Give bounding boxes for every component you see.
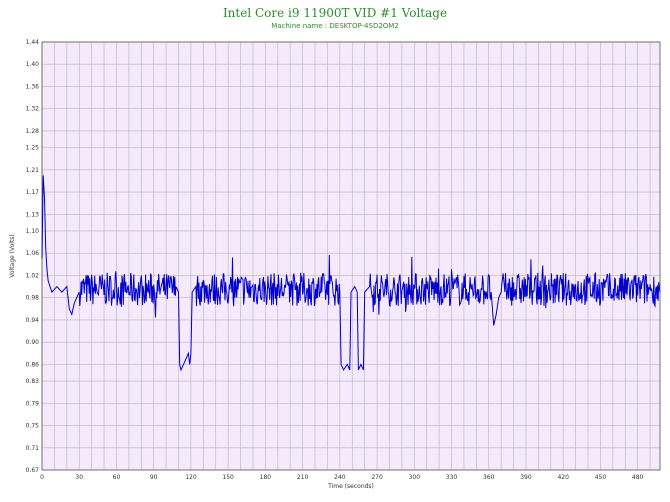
- x-tick-label: 390: [520, 474, 532, 481]
- y-tick-label: 0.94: [26, 317, 40, 324]
- y-tick-label: 0.98: [26, 295, 40, 302]
- line-chart: 0 30 60 90 120 150 180 210 240 270 300 330 360 390 420…: [9, 39, 661, 490]
- y-tick-label: 0.83: [26, 378, 40, 385]
- x-tick-label: 180: [260, 474, 272, 481]
- y-tick-label: 1.13: [26, 211, 40, 218]
- y-tick-label: 0.86: [26, 361, 40, 368]
- x-tick-label: 330: [446, 474, 458, 481]
- y-tick-label: 1.40: [26, 61, 40, 68]
- x-tick-label: 210: [297, 474, 309, 481]
- y-tick-label: 1.06: [26, 250, 40, 257]
- y-tick-label: 1.28: [26, 128, 40, 135]
- x-tick-label: 0: [40, 474, 44, 481]
- y-axis-label: Voltage (Volts): [9, 234, 16, 278]
- y-tick-label: 0.75: [26, 423, 40, 430]
- y-tick-label: 0.79: [26, 400, 40, 407]
- y-tick-label: 1.10: [26, 228, 40, 235]
- x-tick-label: 270: [371, 474, 383, 481]
- x-tick-label: 90: [150, 474, 158, 481]
- y-tick-label: 1.17: [26, 189, 40, 196]
- x-axis-label: Time (seconds): [327, 483, 374, 490]
- y-tick-label: 0.67: [26, 467, 40, 474]
- y-tick-label: 1.44: [26, 39, 40, 46]
- x-tick-label: 240: [334, 474, 346, 481]
- y-tick-label: 1.21: [26, 167, 40, 174]
- y-tick-label: 0.90: [26, 339, 40, 346]
- y-tick-label: 1.36: [26, 83, 40, 90]
- y-tick-label: 1.25: [26, 145, 40, 152]
- y-tick-label: 0.71: [26, 445, 40, 452]
- x-tick-label: 420: [557, 474, 569, 481]
- plot-area: [42, 42, 660, 470]
- x-tick-label: 60: [113, 474, 121, 481]
- x-tick-label: 120: [185, 474, 197, 481]
- x-tick-label: 360: [483, 474, 495, 481]
- x-tick-label: 30: [75, 474, 83, 481]
- x-tick-label: 480: [632, 474, 644, 481]
- y-tick-label: 1.02: [26, 272, 40, 279]
- x-tick-label: 450: [595, 474, 607, 481]
- y-tick-label: 1.32: [26, 106, 40, 113]
- x-tick-label: 300: [409, 474, 421, 481]
- x-tick-label: 150: [222, 474, 234, 481]
